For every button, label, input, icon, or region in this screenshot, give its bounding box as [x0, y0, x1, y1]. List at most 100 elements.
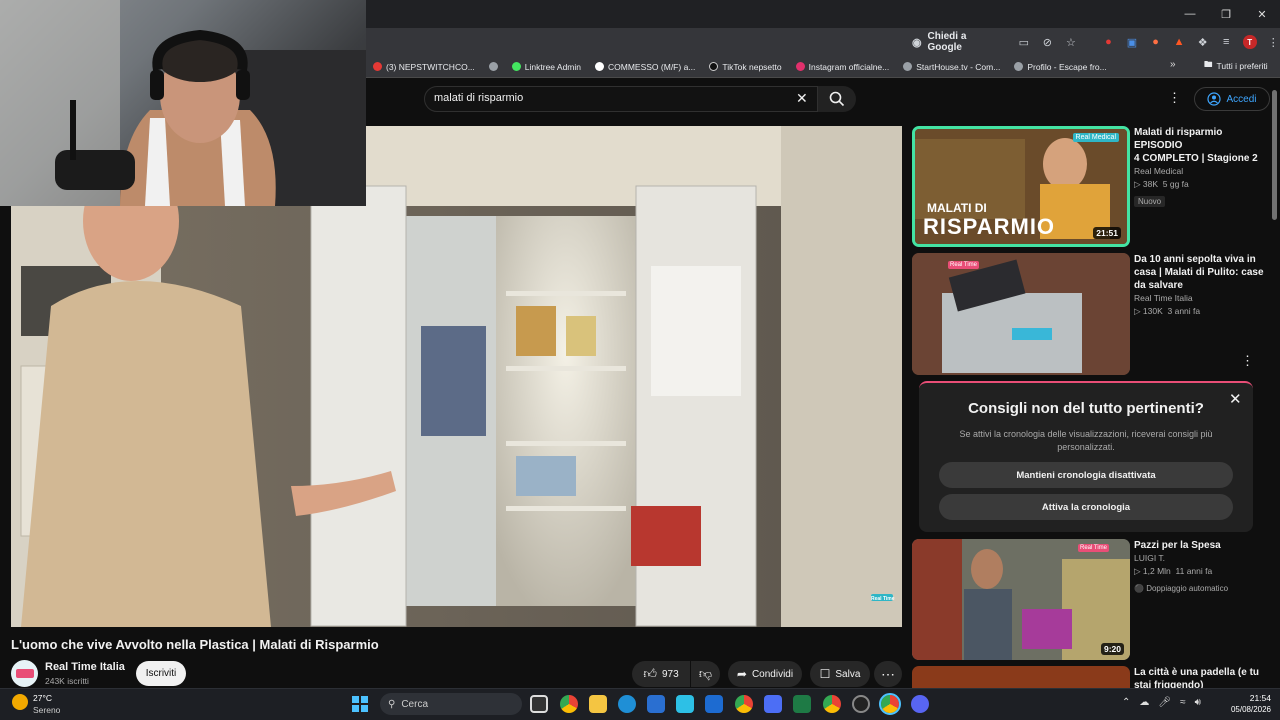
edge-icon[interactable] [618, 695, 636, 713]
enable-history-button[interactable]: Attiva la cronologia [939, 494, 1233, 520]
recommended-thumbnail[interactable]: Real Medical MALATI DI RISPARMIO 21:51 [912, 126, 1130, 247]
channel-avatar[interactable] [11, 660, 38, 687]
outlook-icon[interactable] [647, 695, 665, 713]
extension-icon-orange[interactable]: ● [1149, 35, 1163, 49]
bookmark-item[interactable] [482, 62, 505, 71]
reading-list-icon[interactable]: ≡ [1219, 35, 1233, 49]
bookmark-item[interactable]: Linktree Admin [505, 62, 588, 72]
item-menu-icon[interactable]: ⋮ [1241, 353, 1254, 369]
task-view-icon[interactable] [530, 695, 548, 713]
search-query-text: malati di risparmio [434, 92, 524, 104]
share-label: Condividi [751, 668, 794, 680]
extension-notification-icon[interactable]: ● [1102, 35, 1116, 49]
profile-avatar-icon[interactable]: T [1242, 35, 1257, 49]
thumbnail-channel-tag: Real Medical [1072, 133, 1119, 142]
search-button[interactable] [818, 86, 856, 112]
thumbnail-image [912, 253, 1130, 375]
thumbnail-channel-tag: Real Time [948, 261, 980, 269]
chrome-icon[interactable] [560, 695, 578, 713]
bookmark-item[interactable]: COMMESSO (M/F) a... [588, 62, 702, 72]
app-icon[interactable] [764, 695, 782, 713]
bookmarks-overflow-button[interactable]: » [1170, 59, 1176, 70]
volume-icon[interactable]: 🔊︎ [1195, 697, 1201, 708]
clock-time[interactable]: 21:54 [1239, 693, 1271, 703]
share-button[interactable]: ➦ Condividi [728, 661, 802, 687]
discord-icon[interactable] [911, 695, 929, 713]
bookmark-label: (3) NEPSTWITCHCO... [386, 61, 475, 72]
subscribe-button[interactable]: Iscriviti [136, 661, 186, 686]
cloud-icon[interactable]: ☁ [1139, 697, 1149, 708]
close-icon[interactable]: ✕ [1229, 390, 1242, 408]
chrome-profile-icon[interactable] [735, 695, 753, 713]
all-bookmarks-button[interactable]: 🖿 Tutti i preferiti [1204, 59, 1268, 73]
more-actions-button[interactable]: ⋯ [874, 661, 902, 687]
recommended-title-line: da salvare [1134, 280, 1183, 291]
wifi-icon[interactable]: ≈ [1180, 697, 1186, 708]
clear-search-icon[interactable]: ✕ [796, 90, 808, 107]
bookmark-item[interactable]: (3) NEPSTWITCHCO... [366, 62, 482, 72]
chrome-app-icon[interactable] [823, 695, 841, 713]
bookmark-label: Instagram officialne... [808, 61, 890, 72]
restore-icon[interactable]: ❐ [1208, 0, 1244, 28]
weather-condition[interactable]: Sereno [33, 705, 60, 715]
save-button[interactable]: ☐ Salva [810, 661, 870, 687]
start-button[interactable] [352, 696, 368, 712]
page-scrollbar[interactable] [1272, 90, 1277, 220]
bookmark-star-icon[interactable]: ☆ [1064, 35, 1078, 49]
recommended-video-info[interactable]: Malati di risparmio EPISODIO 4 COMPLETO … [1134, 126, 1266, 209]
excel-icon[interactable] [793, 695, 811, 713]
instagram-favicon-icon [795, 62, 805, 71]
folder-icon: 🖿 [1204, 59, 1213, 69]
omnibox-actions: ◉ Chiedi a Google ▭ ⊘ ☆ ● ▣ ● ▲ ❖ ≡ T ⋮ [904, 31, 1280, 53]
search-icon [829, 91, 845, 107]
keep-history-off-button[interactable]: Mantieni cronologia disattivata [939, 462, 1233, 488]
settings-menu-icon[interactable]: ⋮ [1168, 90, 1181, 106]
bookmark-item[interactable]: StartHouse.tv - Com... [896, 62, 1007, 72]
sign-in-button[interactable]: Accedi [1194, 87, 1270, 111]
chrome-menu-icon[interactable]: ⋮ [1267, 35, 1280, 49]
weather-temperature[interactable]: 27°C [33, 693, 52, 703]
recommended-channel[interactable]: Real Medical [1134, 165, 1266, 178]
snipping-tool-icon[interactable] [676, 695, 694, 713]
weather-moon-icon[interactable] [12, 694, 28, 710]
thumbnail-title-line: MALATI DI [927, 201, 987, 215]
windows-taskbar [0, 688, 1280, 720]
tiktok-favicon-icon [709, 62, 719, 71]
minimize-icon[interactable]: — [1172, 0, 1208, 28]
eye-off-icon[interactable]: ⊘ [1041, 35, 1055, 49]
close-window-icon[interactable]: ✕ [1244, 0, 1280, 28]
channel-name[interactable]: Real Time Italia [45, 661, 125, 673]
recommended-thumbnail[interactable] [912, 666, 1130, 688]
like-button[interactable]: 👍︎ 973 [632, 661, 690, 687]
windows-logo-icon [352, 696, 359, 703]
bookmark-item[interactable]: Instagram officialne... [789, 62, 897, 72]
bookmark-item[interactable]: Profilo - Escape fro... [1007, 62, 1113, 72]
file-explorer-icon[interactable] [589, 695, 607, 713]
install-app-icon[interactable]: ▭ [1017, 35, 1031, 49]
subscriber-count: 243K iscritti [45, 676, 89, 686]
recommended-video-info[interactable]: Da 10 anni sepolta viva in casa | Malati… [1134, 253, 1266, 318]
view-count: 130K [1142, 306, 1163, 316]
recommended-video-info[interactable]: Pazzi per la Spesa LUIGI T. ▷ 1,2 Mln 11… [1134, 539, 1274, 596]
recommended-channel[interactable]: LUIGI T. [1134, 552, 1274, 565]
chevron-up-icon[interactable]: ⌃ [1122, 697, 1130, 708]
recommended-video-info[interactable]: La città è una padella (e tu stai frigge… [1134, 666, 1274, 688]
clock-date[interactable]: 05/08/2026 [1227, 705, 1271, 714]
extensions-puzzle-icon[interactable]: ❖ [1196, 35, 1210, 49]
taskbar-search[interactable]: ⚲ Cerca [380, 693, 522, 715]
video-duration: 21:51 [1093, 227, 1121, 239]
extension-icon-fire[interactable]: ▲ [1172, 35, 1186, 49]
microphone-icon[interactable]: 🎤︎ [1158, 697, 1171, 708]
dislike-button[interactable]: 👎︎ [691, 661, 720, 687]
obs-icon[interactable] [852, 695, 870, 713]
card-description-line: Se attivi la cronologia delle visualizza… [959, 429, 1213, 439]
recommended-channel[interactable]: Real Time Italia [1134, 292, 1266, 305]
sign-in-label: Accedi [1226, 93, 1257, 105]
store-icon[interactable] [705, 695, 723, 713]
bookmark-item[interactable]: TikTok nepsetto [702, 62, 788, 72]
recommended-thumbnail[interactable]: Real Time [912, 253, 1130, 375]
recommended-thumbnail[interactable]: Real Time 9:20 [912, 539, 1130, 660]
ask-google-button[interactable]: ◉ Chiedi a Google [904, 29, 1007, 55]
chrome-active-icon[interactable] [879, 693, 901, 715]
translate-extension-icon[interactable]: ▣ [1125, 35, 1139, 49]
